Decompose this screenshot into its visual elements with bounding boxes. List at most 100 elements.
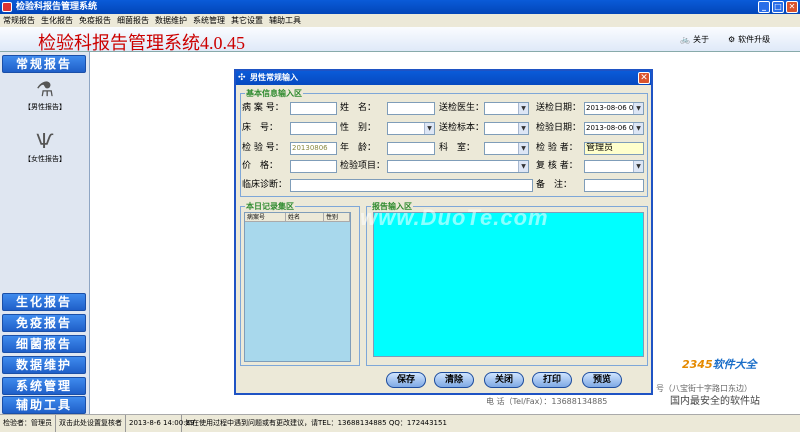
menu-item-data[interactable]: 数据维护 [155, 14, 187, 27]
window-titlebar: 检验科报告管理系统 _ □ ✕ [0, 0, 800, 14]
case-no-label: 病 案 号： [242, 103, 284, 113]
male-routine-dialog: ✣ 男性常规输入 ✕ 基本信息输入区 病 案 号： 姓 名： 送检医生： ▼ 送… [234, 69, 653, 395]
items-select[interactable]: ▼ [387, 160, 529, 173]
sender-date-input[interactable]: 2013-08-06 01: ▼ [584, 102, 644, 115]
items-label: 检验项目： [340, 161, 386, 171]
menu-item-settings[interactable]: 其它设置 [231, 14, 263, 27]
specimen-select[interactable]: ▼ [484, 122, 529, 135]
corner-brand: 2345软件大全 国内最安全的软件站 [668, 350, 800, 414]
today-records-label: 本日记录集区 [245, 201, 295, 212]
female-icon: Ѱ [36, 129, 54, 153]
male-report-label: 【男性报告】 [24, 103, 66, 111]
check-no-label: 检 验 号： [242, 143, 284, 153]
status-datetime: 2013-8-6 14:00:39 [126, 415, 194, 432]
male-report-shortcut[interactable]: ⚗ 【男性报告】 [10, 76, 80, 112]
sender-date-label: 送检日期： [536, 103, 582, 113]
col-gender[interactable]: 性别 [324, 213, 350, 221]
sender-doctor-label: 送检医生： [439, 103, 485, 113]
sender-doctor-select[interactable]: ▼ [484, 102, 529, 115]
department-label: 科 室： [439, 143, 476, 153]
status-checker: 检验者：管理员 [0, 415, 56, 432]
name-input[interactable] [387, 102, 435, 115]
brand-slogan: 国内最安全的软件站 [670, 396, 760, 407]
sidebar-routine-button[interactable]: 常规报告 [2, 55, 86, 73]
chevron-down-icon: ▼ [424, 123, 434, 134]
reviewer-label: 复 核 者： [536, 161, 578, 171]
col-name[interactable]: 姓名 [286, 213, 324, 221]
sidebar-immune-button[interactable]: 免疫报告 [2, 314, 86, 332]
case-no-input[interactable] [290, 102, 337, 115]
diagnosis-label: 临床诊断： [242, 180, 288, 190]
name-label: 姓 名： [340, 103, 377, 113]
watermark: www.DuoTe.com [360, 205, 549, 230]
reviewer-select[interactable]: ▼ [584, 160, 644, 173]
age-input[interactable] [387, 142, 435, 155]
examiner-input[interactable]: 管理员 [584, 142, 644, 155]
upgrade-icon: ⚙ [728, 35, 736, 44]
close-button[interactable]: 关闭 [484, 372, 524, 388]
check-date-input[interactable]: 2013-08-06 02: ▼ [584, 122, 644, 135]
gender-select[interactable]: ▼ [387, 122, 435, 135]
app-header: 检验科报告管理系统4.0.45 🚲 关于 ⚙ 软件升级 [0, 27, 800, 53]
menu-item-immune[interactable]: 免疫报告 [79, 14, 111, 27]
maximize-button[interactable]: □ [772, 1, 784, 13]
close-window-button[interactable]: ✕ [786, 1, 798, 13]
diagnosis-input[interactable] [290, 179, 533, 192]
list-header: 病案号 姓名 性别 [245, 213, 350, 222]
sidebar-system-button[interactable]: 系统管理 [2, 377, 86, 395]
check-date-label: 检验日期： [536, 123, 582, 133]
bed-no-label: 床 号： [242, 123, 279, 133]
status-bar: 检验者：管理员 双击此处设置复核者 2013-8-6 14:00:39 如在使用… [0, 414, 800, 432]
age-label: 年 龄： [340, 143, 377, 153]
menu-item-biochem[interactable]: 生化报告 [41, 14, 73, 27]
dialog-title: 男性常规输入 [250, 73, 298, 82]
dialog-close-button[interactable]: ✕ [638, 72, 650, 84]
menu-bar: 常规报告 生化报告 免疫报告 细菌报告 数据维护 系统管理 其它设置 辅助工具 [0, 14, 800, 27]
print-button[interactable]: 打印 [532, 372, 572, 388]
chevron-down-icon: ▼ [518, 161, 528, 172]
specimen-label: 送检标本： [439, 123, 485, 133]
sidebar-bacteria-button[interactable]: 细菌报告 [2, 335, 86, 353]
menu-item-system[interactable]: 系统管理 [193, 14, 225, 27]
minimize-button[interactable]: _ [758, 1, 770, 13]
microscope-icon: ⚗ [36, 77, 54, 101]
basic-info-label: 基本信息输入区 [245, 88, 303, 99]
brand-logo: 2345软件大全 [682, 358, 757, 371]
remark-label: 备 注： [536, 180, 573, 190]
about-icon: 🚲 [680, 35, 690, 44]
dialog-icon: ✣ [238, 73, 246, 83]
dialog-titlebar: ✣ 男性常规输入 ✕ [236, 71, 651, 85]
about-link[interactable]: 🚲 关于 [680, 34, 709, 45]
clear-button[interactable]: 清除 [434, 372, 474, 388]
app-icon [2, 2, 12, 12]
check-no-input[interactable]: 20130806 [290, 142, 337, 155]
female-report-shortcut[interactable]: Ѱ 【女性报告】 [10, 128, 80, 164]
sidebar: 常规报告 ⚗ 【男性报告】 Ѱ 【女性报告】 生化报告 免疫报告 细菌报告 数据… [0, 52, 90, 414]
save-button[interactable]: 保存 [386, 372, 426, 388]
window-title: 检验科报告管理系统 [16, 2, 98, 12]
sidebar-tools-button[interactable]: 辅助工具 [2, 396, 86, 414]
department-select[interactable]: ▼ [484, 142, 529, 155]
price-label: 价 格： [242, 161, 279, 171]
remark-input[interactable] [584, 179, 644, 192]
menu-item-routine[interactable]: 常规报告 [3, 14, 35, 27]
chevron-down-icon: ▼ [518, 123, 528, 134]
today-records-list[interactable]: 病案号 姓名 性别 [244, 212, 351, 362]
chevron-down-icon: ▼ [633, 161, 643, 172]
sidebar-data-button[interactable]: 数据维护 [2, 356, 86, 374]
col-case-no[interactable]: 病案号 [245, 213, 286, 221]
sidebar-biochem-button[interactable]: 生化报告 [2, 293, 86, 311]
menu-item-tools[interactable]: 辅助工具 [269, 14, 301, 27]
background-phone: 电 话（Tel/Fax）：13688134885 [486, 397, 608, 406]
status-hint[interactable]: 双击此处设置复核者 [56, 415, 126, 432]
status-message: 如在使用过程中遇到问题或有更改建议，请TEL：13688134885 QQ：17… [185, 419, 447, 427]
report-input-area[interactable] [373, 212, 644, 357]
preview-button[interactable]: 预览 [582, 372, 622, 388]
upgrade-link[interactable]: ⚙ 软件升级 [728, 34, 770, 45]
chevron-down-icon: ▼ [633, 123, 643, 134]
female-report-label: 【女性报告】 [24, 155, 66, 163]
menu-item-bacteria[interactable]: 细菌报告 [117, 14, 149, 27]
bed-no-input[interactable] [290, 122, 337, 135]
gender-label: 性 别： [340, 123, 377, 133]
price-input[interactable] [290, 160, 337, 173]
